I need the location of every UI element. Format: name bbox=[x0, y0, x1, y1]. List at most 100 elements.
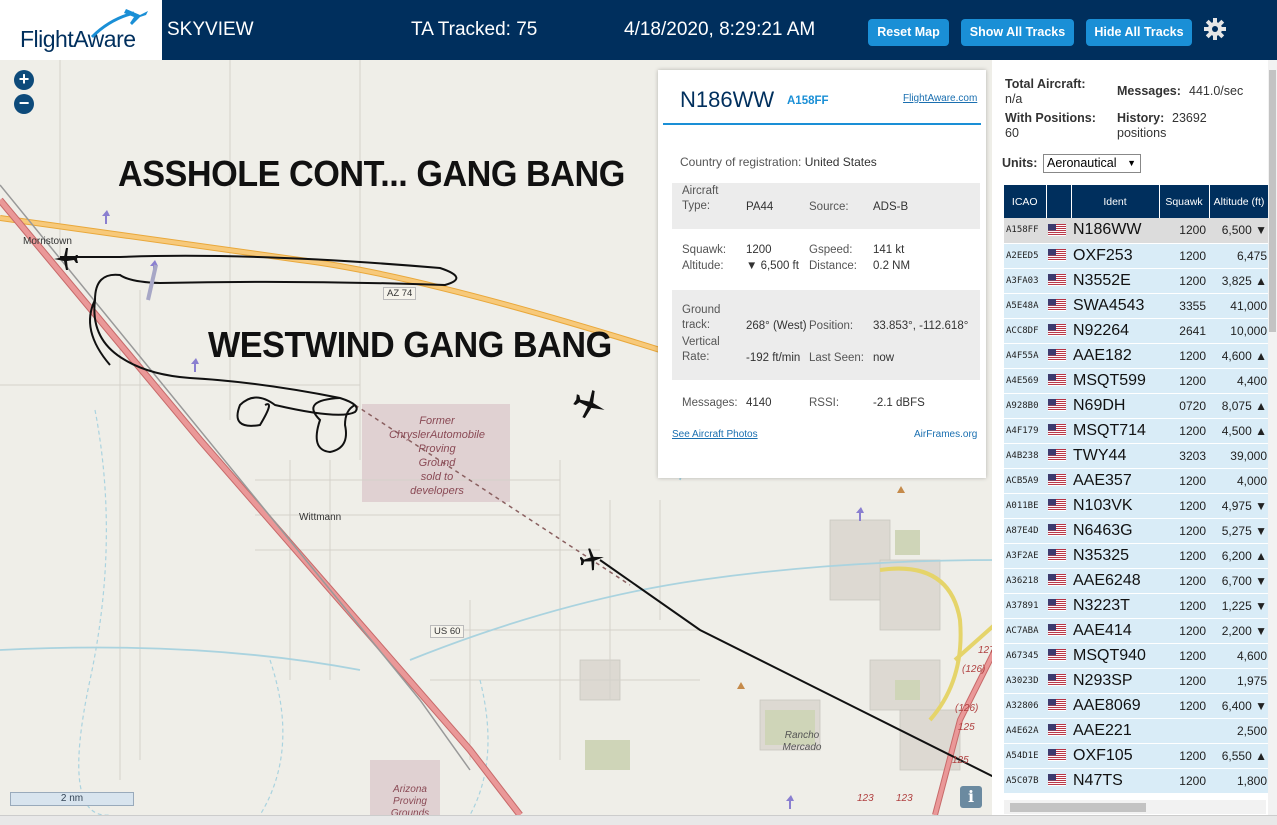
table-row[interactable]: A3FA03 N3552E 1200 3,825 ▲ bbox=[1004, 268, 1269, 294]
cell-altitude: 1,800 bbox=[1209, 768, 1269, 794]
aircraft-type-label: Aircraft Type: bbox=[682, 185, 719, 212]
source-value: ADS-B bbox=[873, 201, 909, 213]
hide-all-tracks-button[interactable]: Hide All Tracks bbox=[1086, 19, 1192, 46]
units-select[interactable]: Aeronautical ▼ bbox=[1043, 154, 1141, 173]
us-flag-icon bbox=[1046, 343, 1071, 369]
table-row[interactable]: A011BE N103VK 1200 4,975 ▼ bbox=[1004, 493, 1269, 519]
aircraft-icon[interactable] bbox=[572, 388, 610, 422]
cell-squawk: 1200 bbox=[1159, 543, 1209, 569]
reset-map-button[interactable]: Reset Map bbox=[868, 19, 949, 46]
aircraft-photos-link[interactable]: See Aircraft Photos bbox=[672, 429, 758, 440]
table-row[interactable]: A37891 N3223T 1200 1,225 ▼ bbox=[1004, 593, 1269, 619]
scrollbar-thumb[interactable] bbox=[1269, 70, 1276, 332]
selected-aircraft-panel: N186WW A158FF FlightAware.com Country of… bbox=[658, 70, 986, 478]
table-row[interactable]: A158FF N186WW 1200 6,500 ▼ bbox=[1004, 218, 1269, 244]
cell-icao: A4E569 bbox=[1004, 368, 1046, 394]
us-flag-icon bbox=[1046, 568, 1071, 594]
table-row[interactable]: A32806 AAE8069 1200 6,400 ▼ bbox=[1004, 693, 1269, 719]
cell-squawk: 1200 bbox=[1159, 243, 1209, 269]
table-row[interactable]: A4E62A AAE221 2,500 bbox=[1004, 718, 1269, 744]
altitude-label: Altitude: bbox=[682, 260, 724, 272]
cell-altitude: 5,275 ▼ bbox=[1209, 518, 1269, 544]
distance-label: Distance: bbox=[809, 260, 857, 272]
cell-squawk: 1200 bbox=[1159, 743, 1209, 769]
us-flag-icon bbox=[1046, 493, 1071, 519]
col-header-altitude[interactable]: Altitude (ft) bbox=[1209, 185, 1269, 218]
show-all-tracks-button[interactable]: Show All Tracks bbox=[961, 19, 1074, 46]
table-row[interactable]: AC7ABA AAE414 1200 2,200 ▼ bbox=[1004, 618, 1269, 644]
selected-aircraft-icon[interactable] bbox=[52, 246, 78, 272]
country-value: United States bbox=[804, 155, 877, 169]
col-header-squawk[interactable]: Squawk bbox=[1159, 185, 1210, 218]
table-row[interactable]: A3023D N293SP 1200 1,975 bbox=[1004, 668, 1269, 694]
flightaware-logo[interactable]: FlightAware bbox=[0, 0, 162, 60]
us-flag-icon bbox=[1046, 318, 1071, 344]
table-row[interactable]: A4F55A AAE182 1200 4,600 ▲ bbox=[1004, 343, 1269, 369]
cell-squawk: 1200 bbox=[1159, 468, 1209, 494]
table-row[interactable]: A5E48A SWA4543 3355 41,000 bbox=[1004, 293, 1269, 319]
aircraft-table-container[interactable]: ICAO Ident Squawk Altitude (ft) A158FF N1… bbox=[1004, 185, 1269, 797]
app-title: SKYVIEW bbox=[167, 19, 254, 40]
cell-squawk: 1200 bbox=[1159, 618, 1209, 644]
cell-squawk: 1200 bbox=[1159, 493, 1209, 519]
table-row[interactable]: A87E4D N6463G 1200 5,275 ▼ bbox=[1004, 518, 1269, 544]
table-row[interactable]: A3F2AE N35325 1200 6,200 ▲ bbox=[1004, 543, 1269, 569]
with-positions-value: 60 bbox=[1005, 126, 1019, 140]
table-row[interactable]: ACB5A9 AAE357 1200 4,000 bbox=[1004, 468, 1269, 494]
cell-altitude: 8,075 ▲ bbox=[1209, 393, 1269, 419]
cell-squawk: 1200 bbox=[1159, 218, 1209, 244]
cell-squawk: 3355 bbox=[1159, 293, 1209, 319]
table-row[interactable]: A54D1E OXF105 1200 6,550 ▲ bbox=[1004, 743, 1269, 769]
road-label-125: 125 bbox=[958, 722, 975, 733]
top-header: FlightAware SKYVIEW TA Tracked: 75 4/18/… bbox=[0, 0, 1277, 60]
cell-icao: A3FA03 bbox=[1004, 268, 1046, 294]
country-row: Country of registration: United States bbox=[680, 155, 877, 169]
cell-icao: AC7ABA bbox=[1004, 618, 1046, 644]
cell-ident: N92264 bbox=[1071, 318, 1159, 344]
us-flag-icon bbox=[1046, 443, 1071, 469]
col-header-flag[interactable] bbox=[1046, 185, 1072, 218]
cell-ident: MSQT599 bbox=[1071, 368, 1159, 394]
selected-icao: A158FF bbox=[787, 95, 829, 107]
table-row[interactable]: A4B238 TWY44 3203 39,000 bbox=[1004, 443, 1269, 469]
cell-squawk: 1200 bbox=[1159, 568, 1209, 594]
messages-rate-value: 441.0/sec bbox=[1189, 84, 1244, 98]
history-value: 23692 positions bbox=[1117, 111, 1207, 140]
table-header-row: ICAO Ident Squawk Altitude (ft) bbox=[1004, 185, 1269, 218]
aircraft-icon[interactable] bbox=[580, 546, 606, 572]
cell-altitude: 4,600 ▲ bbox=[1209, 343, 1269, 369]
cell-squawk: 1200 bbox=[1159, 368, 1209, 394]
table-row[interactable]: A2EED5 OXF253 1200 6,475 bbox=[1004, 243, 1269, 269]
info-icon[interactable]: i bbox=[960, 786, 982, 808]
airframes-link[interactable]: AirFrames.org bbox=[914, 429, 977, 440]
squawk-value: 1200 bbox=[746, 244, 772, 256]
col-header-ident[interactable]: Ident bbox=[1071, 185, 1160, 218]
cell-ident: N69DH bbox=[1071, 393, 1159, 419]
gear-icon[interactable] bbox=[1203, 17, 1227, 41]
table-row[interactable]: A5C07B N47TS 1200 1,800 bbox=[1004, 768, 1269, 794]
us-flag-icon bbox=[1046, 768, 1071, 794]
cell-icao: A5C07B bbox=[1004, 768, 1046, 794]
messages-label: Messages: bbox=[682, 397, 738, 409]
table-row[interactable]: A928B0 N69DH 0720 8,075 ▲ bbox=[1004, 393, 1269, 419]
flightaware-link[interactable]: FlightAware.com bbox=[903, 93, 977, 104]
col-header-icao[interactable]: ICAO bbox=[1004, 185, 1047, 218]
selected-ident: N186WW bbox=[680, 87, 775, 112]
horizontal-scrollbar[interactable] bbox=[1004, 800, 1266, 814]
scrollbar-thumb[interactable] bbox=[1010, 803, 1146, 812]
table-row[interactable]: A4F179 MSQT714 1200 4,500 ▲ bbox=[1004, 418, 1269, 444]
cell-squawk: 3203 bbox=[1159, 443, 1209, 469]
table-row[interactable]: A67345 MSQT940 1200 4,600 bbox=[1004, 643, 1269, 669]
area-label-rancho: Rancho Mercado bbox=[782, 730, 822, 753]
table-row[interactable]: ACC8DF N92264 2641 10,000 bbox=[1004, 318, 1269, 344]
units-value: Aeronautical bbox=[1047, 156, 1117, 170]
table-row[interactable]: A4E569 MSQT599 1200 4,400 bbox=[1004, 368, 1269, 394]
cell-ident: N3552E bbox=[1071, 268, 1159, 294]
zoom-out-button[interactable]: − bbox=[14, 94, 34, 114]
vertical-scrollbar[interactable] bbox=[1268, 60, 1277, 815]
cell-squawk: 2641 bbox=[1159, 318, 1209, 344]
table-row[interactable]: A36218 AAE6248 1200 6,700 ▼ bbox=[1004, 568, 1269, 594]
cell-altitude: 1,225 ▼ bbox=[1209, 593, 1269, 619]
cell-icao: A87E4D bbox=[1004, 518, 1046, 544]
zoom-in-button[interactable]: + bbox=[14, 70, 34, 90]
